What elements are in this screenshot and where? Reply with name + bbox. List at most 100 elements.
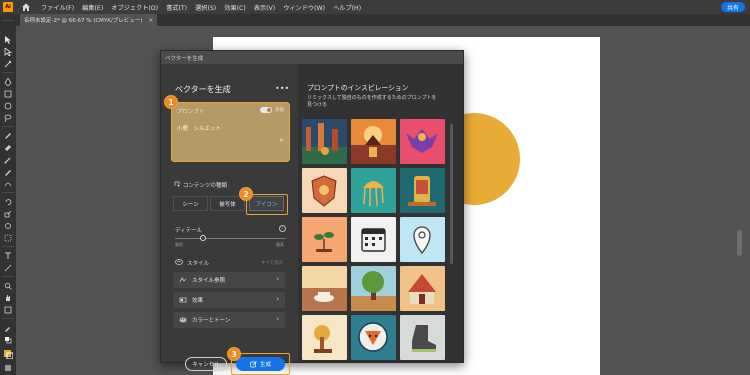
zoom-tool-icon[interactable] <box>4 282 12 290</box>
share-button[interactable]: 共有 <box>720 2 745 12</box>
toolbar-divider <box>2 192 14 193</box>
detail-max-label: 最高 <box>276 242 284 247</box>
inspiration-thumbnail[interactable] <box>351 119 396 164</box>
rectangle-tool-icon[interactable] <box>4 90 12 98</box>
close-tab-icon[interactable]: × <box>148 17 153 24</box>
cancel-button[interactable]: キャンセル <box>185 357 227 371</box>
inspiration-thumbnail[interactable] <box>400 266 445 311</box>
clear-prompt-icon[interactable]: × <box>279 137 284 144</box>
clear-all-link[interactable]: すべて消去 <box>261 260 283 266</box>
shaper-tool-icon[interactable] <box>4 180 12 187</box>
illustrator-logo-icon: Ai <box>3 2 13 12</box>
direct-selection-tool-icon[interactable] <box>4 48 12 56</box>
inspiration-title: プロンプトのインスピレーション <box>307 84 409 92</box>
inspiration-thumbnail[interactable] <box>302 168 347 213</box>
toolbar-divider <box>2 72 14 73</box>
menu-select[interactable]: 選択(S) <box>195 3 216 12</box>
more-options-icon[interactable]: ••• <box>275 84 289 93</box>
artboard-tool-icon[interactable] <box>4 306 12 314</box>
toolbar-divider <box>2 276 14 277</box>
info-icon[interactable]: i <box>279 225 286 232</box>
free-transform-tool-icon[interactable] <box>4 234 12 242</box>
document-tab[interactable]: 名称未設定-2* @ 66.67 % (CMYK/プレビュー) × <box>20 14 158 26</box>
generate-vector-dialog: ベクターを生成 ベクターを生成 ••• プロンプト 英語 小鹿 シルエット × … <box>160 50 464 375</box>
draw-mode-icon[interactable] <box>4 364 12 371</box>
generate-button[interactable]: 生成 <box>236 357 285 371</box>
inspiration-thumbnail[interactable] <box>351 315 396 360</box>
magic-wand-tool-icon[interactable] <box>4 60 12 68</box>
style-reference-row[interactable]: スタイル参照 › <box>173 272 285 288</box>
inspiration-subtitle: リミックスして独自のものを作成するためのプロンプトを見つける <box>307 95 437 108</box>
inspiration-thumbnail[interactable] <box>400 315 445 360</box>
detail-slider-handle[interactable] <box>199 235 206 241</box>
effects-row[interactable]: 効果 › <box>173 292 285 308</box>
inspiration-thumbnail[interactable] <box>302 217 347 262</box>
inspiration-thumbnail[interactable] <box>400 119 445 164</box>
inspiration-thumbnail[interactable] <box>351 217 396 262</box>
scale-tool-icon[interactable] <box>4 210 12 218</box>
english-toggle-label: 英語 <box>275 108 284 113</box>
inspiration-thumbnail[interactable] <box>302 266 347 311</box>
dialog-settings-panel: ベクターを生成 ••• プロンプト 英語 小鹿 シルエット × 1 コンテンツの… <box>161 64 298 375</box>
vertical-scrollbar[interactable] <box>737 230 742 256</box>
dialog-titlebar[interactable]: ベクターを生成 <box>161 51 463 64</box>
document-tab-bar: 名称未設定-2* @ 66.67 % (CMYK/プレビュー) × <box>16 14 750 26</box>
prompt-field[interactable]: プロンプト 英語 小鹿 シルエット × <box>171 102 290 162</box>
blob-brush-tool-icon[interactable] <box>4 168 12 176</box>
content-type-scene[interactable]: シーン <box>173 196 208 211</box>
menu-items: ファイル(F) 編集(E) オブジェクト(O) 書式(T) 選択(S) 効果(C… <box>41 3 361 12</box>
menu-type[interactable]: 書式(T) <box>166 3 187 12</box>
eraser-tool-icon[interactable] <box>4 144 12 151</box>
menu-edit[interactable]: 編集(E) <box>82 3 103 12</box>
selection-tool-icon[interactable] <box>4 36 12 44</box>
effects-label: 効果 <box>192 298 204 304</box>
rotate-tool-icon[interactable] <box>4 198 12 205</box>
menu-object[interactable]: オブジェクト(O) <box>111 3 158 12</box>
inspiration-thumbnail[interactable] <box>400 168 445 213</box>
chevron-right-icon: › <box>276 315 279 323</box>
color-tone-icon <box>179 317 187 323</box>
inspiration-thumbnail[interactable] <box>400 217 445 262</box>
inspiration-panel: プロンプトのインスピレーション リミックスして独自のものを作成するためのプロンプ… <box>298 64 463 362</box>
style-palette-icon <box>175 259 183 265</box>
inspiration-grid <box>302 119 450 360</box>
menu-view[interactable]: 表示(V) <box>254 3 275 12</box>
lasso-tool-icon[interactable] <box>4 114 12 122</box>
type-tool-icon[interactable] <box>4 252 12 259</box>
prompt-input[interactable]: 小鹿 シルエット <box>177 124 221 132</box>
inspiration-thumbnail[interactable] <box>351 168 396 213</box>
english-toggle[interactable] <box>260 107 272 113</box>
brush-tool-icon[interactable] <box>4 156 12 164</box>
inspiration-thumbnail[interactable] <box>302 119 347 164</box>
document-tab-label: 名称未設定-2* @ 66.67 % (CMYK/プレビュー) <box>24 18 143 24</box>
menu-file[interactable]: ファイル(F) <box>41 3 74 12</box>
hand-tool-icon[interactable] <box>4 294 12 301</box>
inspiration-thumbnail[interactable] <box>351 266 396 311</box>
swap-colors-icon[interactable] <box>4 336 12 344</box>
generate-icon <box>250 360 257 367</box>
pencil-tool-icon[interactable] <box>4 132 12 139</box>
generate-label: 生成 <box>259 362 271 368</box>
menu-help[interactable]: ヘルプ(H) <box>333 3 361 12</box>
prompt-label: プロンプト <box>177 109 205 115</box>
line-tool-icon[interactable] <box>4 264 12 272</box>
home-icon[interactable] <box>21 2 31 12</box>
content-type-icon <box>174 181 180 187</box>
color-tone-row[interactable]: カラーとトーン › <box>173 312 285 328</box>
panel-title: ベクターを生成 <box>175 85 231 94</box>
menu-window[interactable]: ウィンドウ(W) <box>283 3 325 12</box>
fill-color-swatch[interactable] <box>4 350 13 359</box>
detail-slider-track[interactable] <box>175 238 286 239</box>
pen-tool-icon[interactable] <box>4 78 12 86</box>
color-tone-label: カラーとトーン <box>192 318 231 324</box>
right-scroll-area <box>738 26 750 375</box>
style-reference-icon <box>179 277 187 283</box>
inspiration-thumbnail[interactable] <box>302 315 347 360</box>
eyedropper-tool-icon[interactable] <box>4 324 12 332</box>
warp-tool-icon[interactable] <box>4 222 12 229</box>
menu-effect[interactable]: 効果(C) <box>224 3 246 12</box>
inspiration-scrollbar[interactable] <box>450 124 453 264</box>
ellipse-tool-icon[interactable] <box>4 102 12 110</box>
toolbar-divider <box>2 20 14 21</box>
effects-icon <box>179 297 187 303</box>
